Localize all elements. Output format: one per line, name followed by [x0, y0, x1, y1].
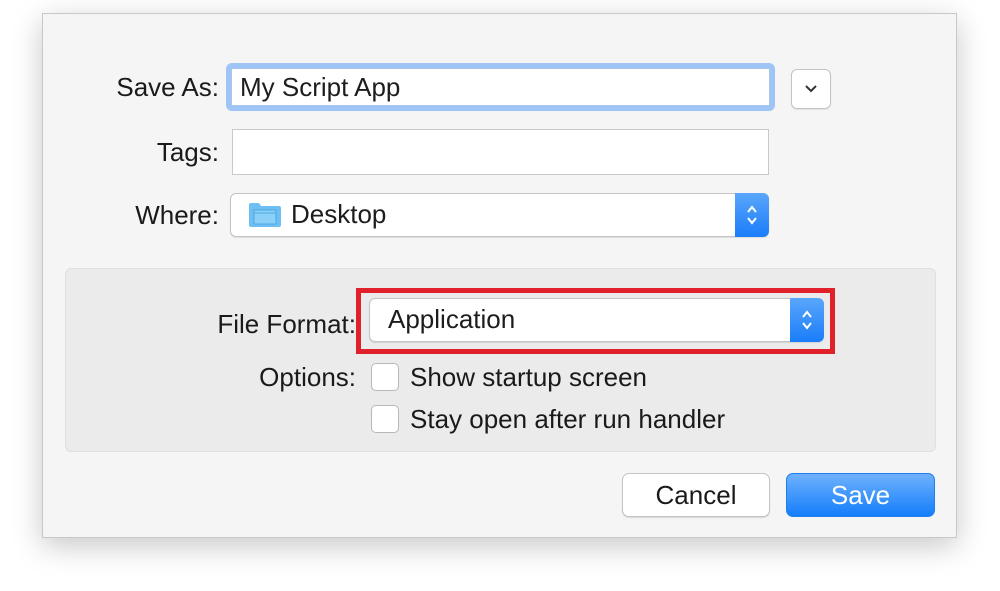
tags-input[interactable]: [232, 129, 769, 175]
save-button[interactable]: Save: [786, 473, 935, 517]
where-value: Desktop: [291, 199, 387, 229]
cancel-button[interactable]: Cancel: [622, 473, 770, 517]
expand-button[interactable]: [791, 69, 831, 109]
tags-label: Tags:: [156, 137, 219, 167]
options-label: Options:: [259, 362, 356, 392]
where-popup[interactable]: Desktop: [230, 193, 769, 237]
stay-open-label: Stay open after run handler: [410, 404, 726, 434]
show-startup-screen-label: Show startup screen: [410, 362, 648, 392]
save-dialog: Save As: My Script App Tags: Where: Desk…: [42, 13, 957, 538]
chevron-down-icon: [805, 85, 817, 93]
save-as-focus-ring: My Script App: [226, 63, 775, 111]
save-as-input[interactable]: My Script App: [231, 68, 770, 106]
highlight-box: [356, 288, 835, 354]
save-as-label: Save As:: [116, 72, 219, 102]
show-startup-screen-checkbox[interactable]: [371, 363, 399, 391]
file-format-label: File Format:: [217, 309, 356, 339]
stay-open-checkbox[interactable]: [371, 405, 399, 433]
folder-icon: [249, 203, 281, 227]
where-label: Where:: [135, 200, 219, 230]
where-stepper[interactable]: [735, 193, 769, 237]
up-down-arrows-icon: [747, 205, 757, 225]
